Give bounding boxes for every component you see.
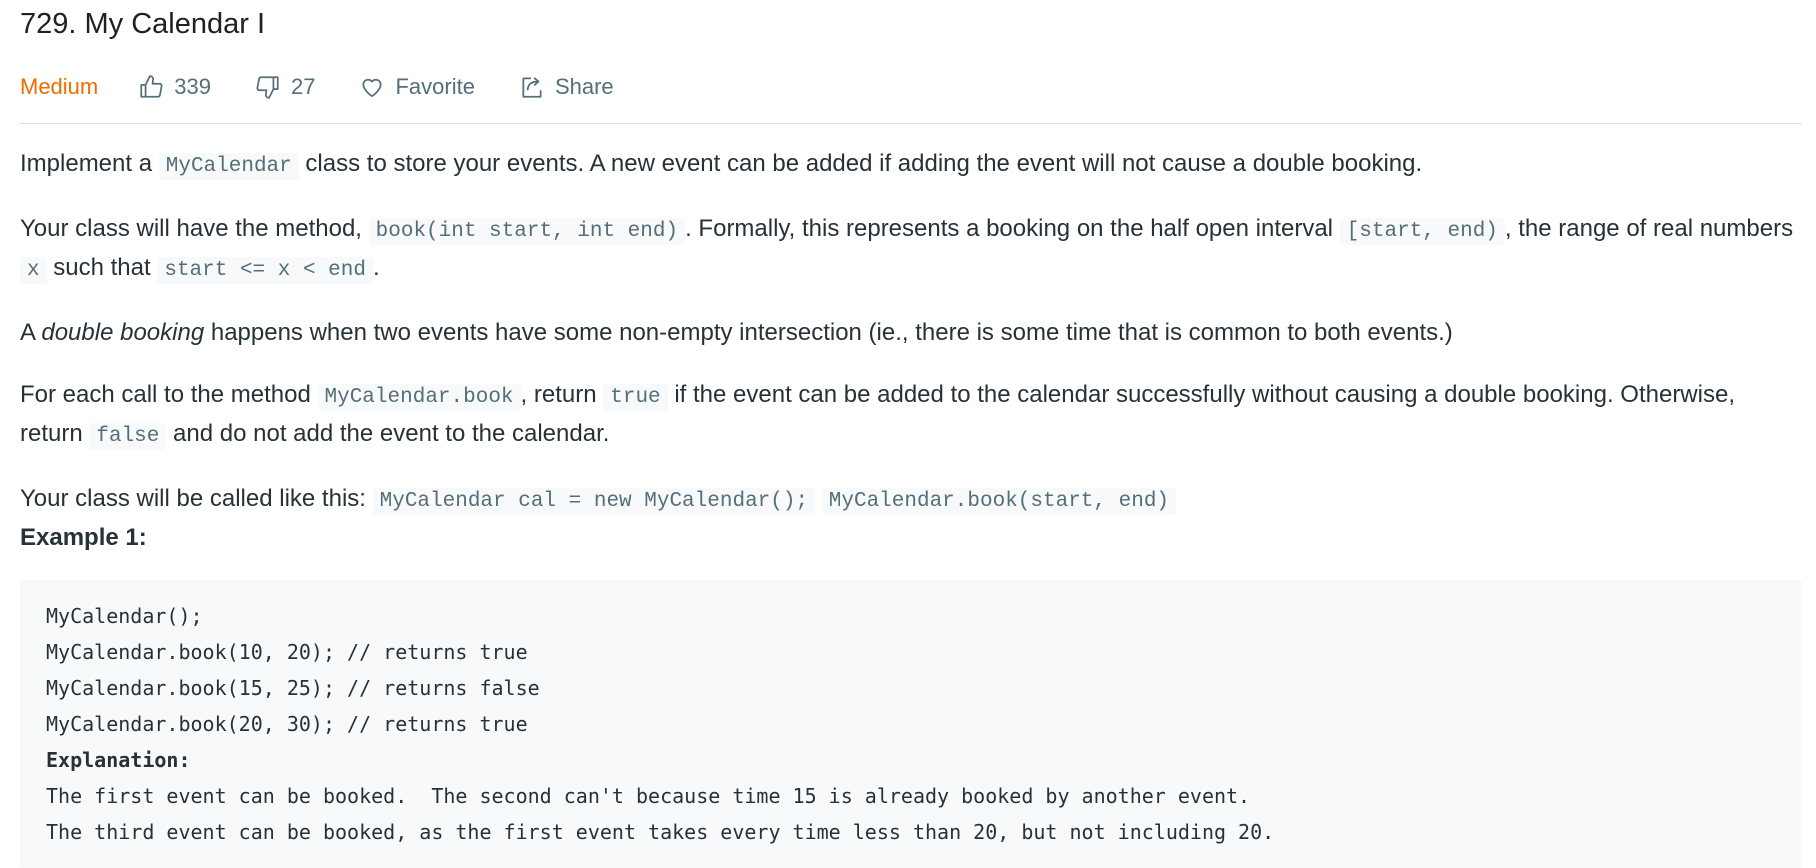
code-line: MyCalendar(); [46,604,203,628]
text [815,485,822,512]
text: and do not add the event to the calendar… [166,420,610,447]
share-button[interactable]: Share [519,74,614,100]
dislike-count: 27 [290,74,316,99]
paragraph-usage: Your class will be called like this: MyC… [20,481,1802,520]
text: such that [46,254,158,281]
problem-meta-bar: Medium 339 27 Favorite Share [20,62,1802,112]
like-button[interactable]: 339 [138,74,211,100]
thumbs-up-icon [140,75,163,98]
example-code-block: MyCalendar(); MyCalendar.book(10, 20); //… [20,580,1802,868]
difficulty-label: Medium [20,74,99,99]
problem-description: Implement a MyCalendar class to store yo… [20,146,1802,868]
inline-code: MyCalendar [158,153,299,180]
inline-code: false [89,423,167,450]
like-count: 339 [174,74,211,99]
heart-icon [362,78,382,98]
paragraph-method: Your class will have the method, book(in… [20,211,1802,289]
dislike-button[interactable]: 27 [255,74,315,100]
emphasis-text: double booking [41,319,205,346]
text: class to store your events. A new event … [298,150,1423,177]
inline-code: true [603,384,668,411]
inline-code: MyCalendar.book(start, end) [821,488,1177,515]
share-label: Share [554,74,614,99]
inline-code: MyCalendar.book [317,384,521,411]
explanation-line: The third event can be booked, as the fi… [46,820,1275,844]
explanation-line: The first event can be booked. The secon… [46,784,1251,808]
paragraph-double-booking: A double booking happens when two events… [20,315,1802,351]
favorite-label: Favorite [395,74,475,99]
inline-code: [start, end) [1339,218,1505,245]
code-line: MyCalendar.book(10, 20); // returns true [46,640,528,664]
text: . [372,254,380,281]
inline-code: x [20,257,47,284]
text: Your class will have the method, [20,215,369,242]
inline-code: start <= x < end [157,257,373,284]
code-line: MyCalendar.book(15, 25); // returns fals… [46,676,540,700]
inline-code: MyCalendar cal = new MyCalendar(); [372,488,816,515]
thumbs-down-icon [256,76,279,99]
paragraph-return: For each call to the method MyCalendar.b… [20,377,1802,455]
text: For each call to the method [20,381,318,408]
code-line: MyCalendar.book(20, 30); // returns true [46,712,528,736]
text: A [20,319,42,346]
text: Implement a [20,150,159,177]
text: , the range of real numbers [1504,215,1794,242]
text: Your class will be called like this: [20,485,373,512]
share-icon [522,77,542,98]
divider [20,123,1802,124]
problem-page: 729. My Calendar I Medium 339 27 Favorit… [20,0,1802,868]
example-heading: Example 1: [20,524,147,551]
text: . Formally, this represents a booking on… [685,215,1340,242]
text: happens when two events have some non-em… [204,319,1453,346]
text: , return [520,381,604,408]
explanation-label: Explanation: [46,748,191,772]
inline-code: book(int start, int end) [368,218,686,245]
problem-title: 729. My Calendar I [20,8,266,40]
favorite-button[interactable]: Favorite [359,74,475,100]
paragraph-intro: Implement a MyCalendar class to store yo… [20,146,1802,185]
